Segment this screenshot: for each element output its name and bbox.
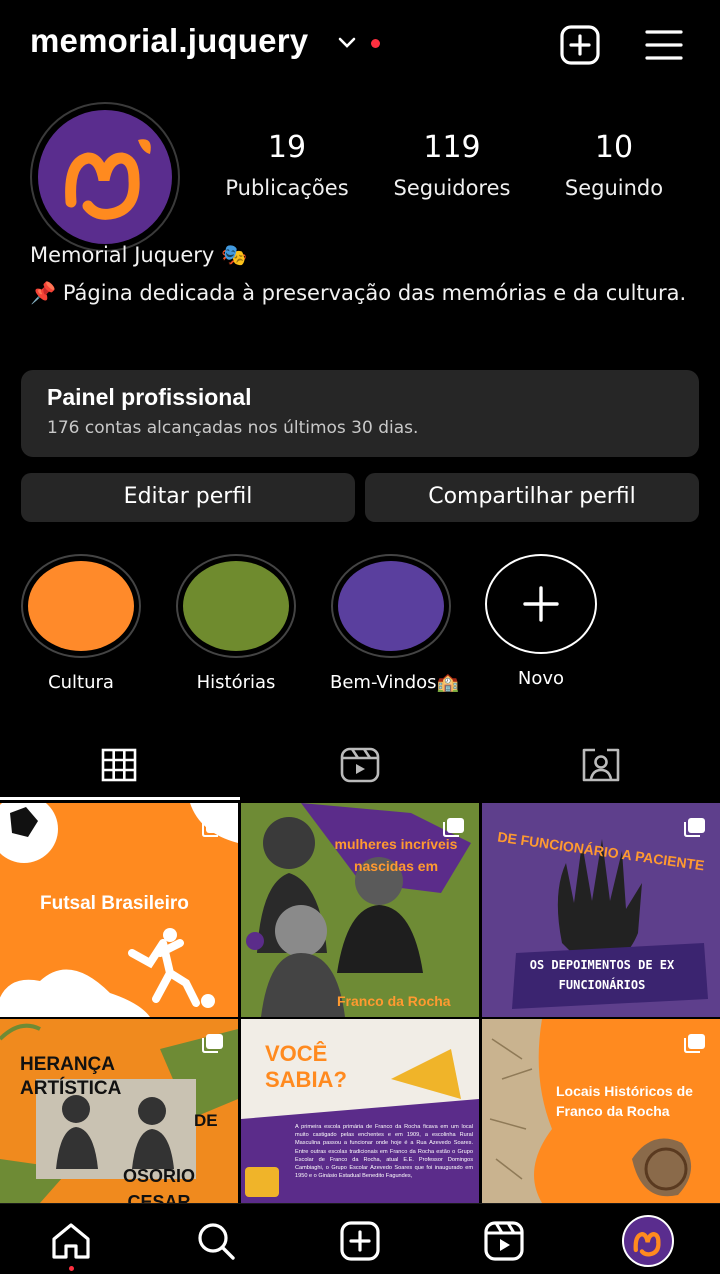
highlight-label: Novo (517, 668, 565, 689)
professional-dashboard[interactable]: Painel profissional 176 contas alcançada… (21, 370, 699, 457)
highlight-historias[interactable]: Histórias (175, 554, 297, 693)
highlight-cover (331, 554, 451, 658)
posts-grid: Futsal Brasileiro mulheres incríveis nas… (0, 803, 720, 1203)
mj-logo (633, 1232, 661, 1257)
stat-posts[interactable]: 19 Publicações (207, 128, 367, 204)
post-title: HERANÇA ARTÍSTICA (20, 1054, 122, 1099)
profile-avatar-ring[interactable] (30, 102, 180, 252)
post-tile[interactable]: DE FUNCIONÁRIO A PACIENTE OS DEPOIMENTOS… (482, 803, 720, 1017)
post-footer: OSORIO CESAR (122, 1166, 195, 1203)
search-icon[interactable] (195, 1220, 237, 1262)
new-highlight-button[interactable] (485, 554, 597, 654)
plus-icon (523, 586, 559, 622)
highlight-label: Cultura (48, 672, 114, 693)
multiple-photos-icon (684, 818, 705, 837)
username-switcher[interactable]: memorial.juquery (30, 22, 308, 60)
stat-following-label: Seguindo (564, 176, 664, 200)
stat-posts-value: 19 (267, 130, 307, 165)
stat-following-value: 10 (594, 130, 634, 165)
stat-posts-label: Publicações (225, 176, 349, 200)
tab-tagged[interactable] (480, 736, 720, 802)
post-footer: Franco da Rocha (337, 993, 451, 1009)
bottom-nav (0, 1203, 720, 1274)
post-tile[interactable]: Locais Históricos de Franco da Rocha (482, 1019, 720, 1203)
post-mid: DE (194, 1111, 218, 1130)
edit-profile-button[interactable]: Editar perfil (21, 473, 355, 522)
post-tile[interactable]: Futsal Brasileiro (0, 803, 238, 1017)
post-tile[interactable]: VOCÊ SABIA? A primeira escola primária d… (241, 1019, 479, 1203)
tab-reels[interactable] (240, 736, 480, 802)
chevron-down-icon[interactable] (337, 36, 357, 50)
post-title: Locais Históricos de Franco da Rocha (556, 1083, 693, 1119)
post-tile[interactable]: HERANÇA ARTÍSTICA DE OSORIO CESAR (0, 1019, 238, 1203)
multiple-photos-icon (443, 818, 464, 837)
tab-posts-grid[interactable] (0, 736, 240, 802)
profile-avatar[interactable] (38, 110, 172, 244)
post-title: Futsal Brasileiro (40, 893, 189, 914)
multiple-photos-icon (684, 1034, 705, 1053)
highlight-bem-vindos[interactable]: Bem-Vindos🏫 (330, 554, 459, 693)
stat-followers[interactable]: 119 Seguidores (372, 128, 532, 204)
profile-bio: Memorial Juquery 🎭 📌 Página dedicada à p… (30, 236, 700, 312)
profile-name: Memorial Juquery 🎭 (30, 243, 248, 267)
stat-following[interactable]: 10 Seguindo (534, 128, 694, 204)
post-title: VOCÊ SABIA? (265, 1041, 347, 1092)
professional-dashboard-title: Painel profissional (47, 384, 252, 410)
highlight-label: Histórias (196, 672, 276, 693)
top-bar: memorial.juquery (0, 0, 720, 88)
plus-square-icon[interactable] (559, 24, 601, 66)
stat-followers-value: 119 (423, 130, 481, 165)
post-body: A primeira escola primária de Franco da … (295, 1124, 473, 1180)
create-icon[interactable] (339, 1220, 381, 1262)
home-notification-dot (69, 1266, 74, 1271)
post-title: mulheres incríveis nascidas em (334, 836, 458, 874)
tagged-icon (582, 748, 620, 782)
highlight-cover (21, 554, 141, 658)
home-icon[interactable] (50, 1220, 92, 1262)
reels-icon (340, 747, 380, 783)
grid-icon (101, 748, 137, 782)
mj-logo (65, 139, 151, 220)
profile-description: 📌 Página dedicada à preservação das memó… (30, 281, 687, 305)
share-profile-button[interactable]: Compartilhar perfil (365, 473, 699, 522)
multiple-photos-icon (202, 818, 223, 837)
multiple-photos-icon (202, 1034, 223, 1053)
professional-dashboard-subtitle: 176 contas alcançadas nos últimos 30 dia… (47, 418, 419, 438)
profile-tabs (0, 736, 720, 802)
highlight-label: Bem-Vindos🏫 (330, 672, 459, 693)
profile-avatar[interactable] (622, 1215, 674, 1267)
hamburger-menu-icon[interactable] (643, 24, 685, 66)
highlight-cover (176, 554, 296, 658)
notification-dot (371, 39, 380, 48)
post-footer: OS DEPOIMENTOS DE EX FUNCIONÁRIOS (529, 958, 675, 992)
post-tile[interactable]: mulheres incríveis nascidas em Franco da… (241, 803, 479, 1017)
highlight-cultura[interactable]: Cultura (20, 554, 142, 693)
highlight-new[interactable]: Novo (480, 554, 602, 689)
stat-followers-label: Seguidores (393, 176, 511, 200)
reels-icon[interactable] (483, 1220, 525, 1262)
active-tab-indicator (0, 797, 240, 800)
